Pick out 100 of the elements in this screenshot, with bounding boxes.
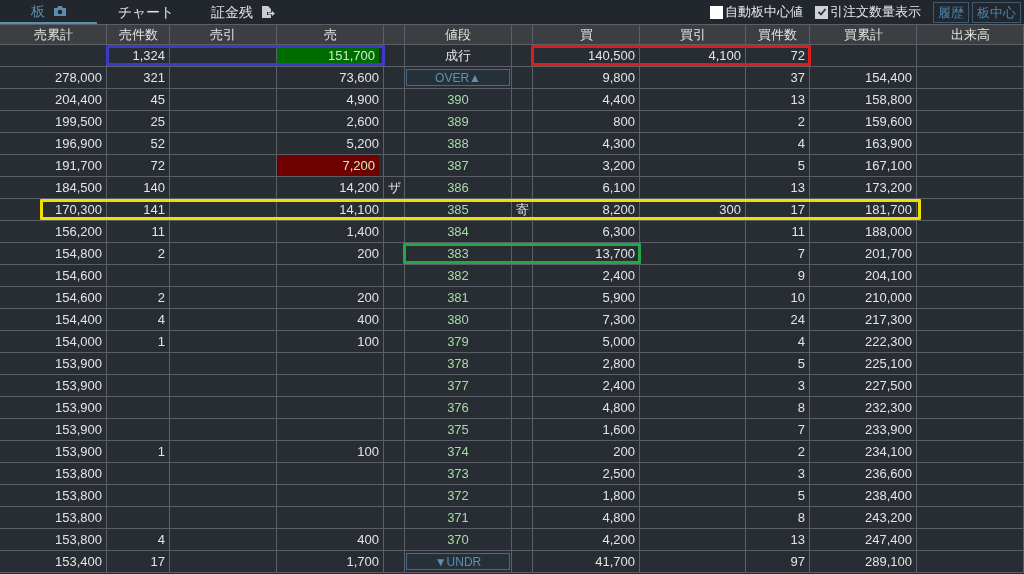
- table-cell-text: 24: [790, 310, 805, 329]
- price-cell-text: 384: [447, 222, 469, 241]
- table-cell-text: 153,900: [55, 376, 102, 395]
- table-cell-text: 4: [797, 332, 805, 351]
- table-cell-text: 3,200: [602, 156, 635, 175]
- price-cell-text: 372: [447, 486, 469, 505]
- table-cell-text: 5,900: [602, 288, 635, 307]
- price-cell-text: 387: [447, 156, 469, 175]
- over-button[interactable]: OVER▲: [406, 69, 510, 86]
- table-cell-text: 14,100: [339, 200, 379, 219]
- price-cell-text: 374: [447, 442, 469, 461]
- camera-icon: [52, 5, 67, 17]
- table-cell-text: 154,600: [55, 288, 102, 307]
- table-cell-text: 153,400: [55, 552, 102, 571]
- table-cell: 7,200: [277, 155, 379, 176]
- table-cell-text: 1: [157, 332, 165, 351]
- table-cell-text: 173,200: [865, 178, 912, 197]
- table-cell-text: 158,800: [865, 90, 912, 109]
- table-cell-text: 227,500: [865, 376, 912, 395]
- price-cell-text: 386: [447, 178, 469, 197]
- table-cell-text: 8: [797, 508, 805, 527]
- table-cell-text: 2: [157, 288, 165, 307]
- checkbox[interactable]: [710, 5, 723, 19]
- table-cell-text: 2,400: [602, 266, 635, 285]
- table-cell-text: 4: [157, 530, 165, 549]
- checkbox-label: 自動板中心値: [725, 3, 803, 22]
- table-cell-text: 7: [797, 420, 805, 439]
- table-cell-text: 5: [797, 156, 805, 175]
- price-cell-text: 375: [447, 420, 469, 439]
- tab[interactable]: チャート: [97, 0, 194, 24]
- column-header: 買: [579, 26, 593, 44]
- price-cell-text: 385: [447, 200, 469, 219]
- price-cell-text: 370: [447, 530, 469, 549]
- table-cell-text: 97: [790, 552, 805, 571]
- tab[interactable]: 証金残: [194, 0, 291, 24]
- checkbox[interactable]: [815, 5, 828, 19]
- price-cell-text: 377: [447, 376, 469, 395]
- column-header: 売累計: [33, 26, 73, 44]
- column-header: 買引: [679, 26, 706, 44]
- table-cell-text: 232,300: [865, 398, 912, 417]
- column-header: 買件数: [758, 26, 797, 44]
- table-cell-text: 2,400: [602, 376, 635, 395]
- table-cell-text: 188,000: [865, 222, 912, 241]
- table-cell-text: 3: [797, 464, 805, 483]
- table-cell-text: 4,100: [708, 46, 741, 65]
- table-cell-text: 14,200: [339, 178, 379, 197]
- toolbar-button[interactable]: 履歴: [933, 1, 969, 23]
- table-cell-text: 6,300: [602, 222, 635, 241]
- table-cell-text: 289,100: [865, 552, 912, 571]
- table-cell-text: 154,600: [55, 266, 102, 285]
- table-cell-text: 72: [150, 156, 165, 175]
- table-cell-text: 196,900: [55, 134, 102, 153]
- table-cell-text: 1,400: [346, 222, 379, 241]
- column-header: 売引: [210, 26, 236, 44]
- table-cell-text: 4,300: [602, 134, 635, 153]
- table-cell-text: 163,900: [865, 134, 912, 153]
- table-cell-text: 300: [719, 200, 741, 219]
- check-icon: [816, 7, 827, 17]
- table-cell-text: 153,800: [55, 464, 102, 483]
- table-cell-text: 181,700: [865, 200, 912, 219]
- table-cell-text: 199,500: [55, 112, 102, 131]
- price-cell-text: 389: [447, 112, 469, 131]
- table-cell-text: 154,400: [865, 68, 912, 87]
- table-cell-text: 5,000: [602, 332, 635, 351]
- table-cell-text: 278,000: [55, 68, 102, 87]
- table-cell-text: 170,300: [55, 200, 102, 219]
- table-cell-text: 37: [790, 68, 805, 87]
- toolbar-button[interactable]: 板中心: [972, 1, 1021, 23]
- table-cell-text: 100: [357, 332, 379, 351]
- table-cell-text: 13: [790, 178, 805, 197]
- price-cell-text: 388: [447, 134, 469, 153]
- table-cell-text: 5: [797, 486, 805, 505]
- table-cell-text: 7,300: [602, 310, 635, 329]
- table-cell-text: 154,800: [55, 244, 102, 263]
- column-header: 売件数: [118, 26, 158, 44]
- table-cell-text: 201,700: [865, 244, 912, 263]
- table-cell-text: 2,500: [602, 464, 635, 483]
- table-cell-text: 72: [790, 46, 805, 65]
- table-cell-text: 233,900: [865, 420, 912, 439]
- table-cell-text: 153,900: [55, 354, 102, 373]
- table-cell-text: 41,700: [595, 552, 635, 571]
- under-button[interactable]: ▼UNDR: [406, 553, 510, 570]
- table-cell-text: 236,600: [865, 464, 912, 483]
- table-cell-text: 8: [797, 398, 805, 417]
- table-cell-text: 225,100: [865, 354, 912, 373]
- table-cell-text: 4,400: [602, 90, 635, 109]
- table-cell-text: 2,600: [346, 112, 379, 131]
- table-cell-text: 4,800: [602, 508, 635, 527]
- table-cell-text: 13: [790, 530, 805, 549]
- table-cell-text: 140: [143, 178, 165, 197]
- table-cell-text: 3: [797, 376, 805, 395]
- table-cell-text: 11: [791, 222, 805, 241]
- table-cell-text: 1,800: [602, 486, 635, 505]
- table-cell-text: 153,900: [55, 442, 102, 461]
- table-cell-text: 1: [157, 442, 165, 461]
- table-cell-text: 9,800: [602, 68, 635, 87]
- table-cell-text: 153,800: [55, 486, 102, 505]
- table-cell-text: 200: [613, 442, 635, 461]
- table-cell-text: 13,700: [595, 244, 635, 263]
- table-cell-text: 153,800: [55, 508, 102, 527]
